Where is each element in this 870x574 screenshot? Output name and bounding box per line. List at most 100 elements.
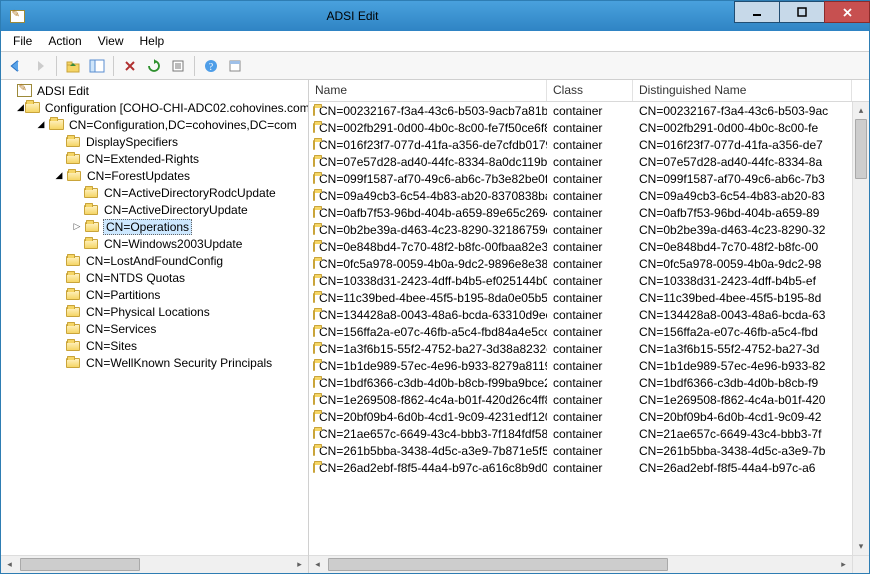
up-folder-button[interactable] [62, 55, 84, 77]
tree-configuration[interactable]: ◢ Configuration [COHO-CHI-ADC02.cohovine… [3, 99, 308, 116]
menu-view[interactable]: View [90, 32, 132, 50]
list-row[interactable]: CN=10338d31-2423-4dff-b4b5-ef025144b01fc… [309, 272, 852, 289]
tree-item[interactable]: CN=Physical Locations [3, 303, 308, 320]
row-dn: CN=0e848bd4-7c70-48f2-b8fc-00 [633, 240, 852, 254]
row-name: CN=156ffa2a-e07c-46fb-a5c4-fbd84a4e5cce [319, 325, 547, 339]
list-row[interactable]: CN=261b5bba-3438-4d5c-a3e9-7b871e5f57f0c… [309, 442, 852, 459]
list-row[interactable]: CN=21ae657c-6649-43c4-bbb3-7f184fdf58c1c… [309, 425, 852, 442]
list-horizontal-scrollbar[interactable]: ◂ ▸ [309, 555, 869, 573]
list-row[interactable]: CN=09a49cb3-6c54-4b83-ab20-8370838ba149c… [309, 187, 852, 204]
app-icon [9, 8, 25, 24]
list-row[interactable]: CN=099f1587-af70-49c6-ab6c-7b3e82be0fe2c… [309, 170, 852, 187]
export-list-button[interactable] [167, 55, 189, 77]
scroll-thumb[interactable] [328, 558, 668, 571]
menu-help[interactable]: Help [132, 32, 173, 50]
list-row[interactable]: CN=134428a8-0043-48a6-bcda-63310d9ec4ddc… [309, 306, 852, 323]
list-row[interactable]: CN=1a3f6b15-55f2-4752-ba27-3d38a8232c4dc… [309, 340, 852, 357]
twisty-open-icon[interactable]: ◢ [17, 102, 24, 114]
row-name: CN=0fc5a978-0059-4b0a-9dc2-9896e8e389a1 [319, 257, 547, 271]
folder-icon [313, 293, 315, 303]
row-dn: CN=0fc5a978-0059-4b0a-9dc2-98 [633, 257, 852, 271]
row-class: container [547, 172, 633, 186]
list-row[interactable]: CN=1bdf6366-c3db-4d0b-b8cb-f99ba9bce20fc… [309, 374, 852, 391]
delete-button[interactable] [119, 55, 141, 77]
tree-config-dn[interactable]: ◢ CN=Configuration,DC=cohovines,DC=com [3, 116, 308, 133]
scroll-right-icon[interactable]: ▸ [291, 556, 308, 573]
properties-button[interactable] [224, 55, 246, 77]
scroll-right-icon[interactable]: ▸ [835, 556, 852, 573]
list-vertical-scrollbar[interactable]: ▴ ▾ [852, 102, 869, 555]
list-row[interactable]: CN=07e57d28-ad40-44fc-8334-8a0dc119b3f4c… [309, 153, 852, 170]
scroll-thumb[interactable] [20, 558, 140, 571]
back-button[interactable] [5, 55, 27, 77]
list-row[interactable]: CN=0fc5a978-0059-4b0a-9dc2-9896e8e389a1c… [309, 255, 852, 272]
twisty-closed-icon[interactable]: ▷ [71, 221, 83, 233]
tree-item[interactable]: CN=Extended-Rights [3, 150, 308, 167]
row-name: CN=00232167-f3a4-43c6-b503-9acb7a81b01c [319, 104, 547, 118]
tree-item-label: CN=ActiveDirectoryRodcUpdate [102, 186, 278, 200]
forward-button[interactable] [29, 55, 51, 77]
tree-item[interactable]: CN=Partitions [3, 286, 308, 303]
list-row[interactable]: CN=0b2be39a-d463-4c23-8290-32186759d3b1c… [309, 221, 852, 238]
list-row[interactable]: CN=156ffa2a-e07c-46fb-a5c4-fbd84a4e5ccec… [309, 323, 852, 340]
scroll-left-icon[interactable]: ◂ [1, 556, 18, 573]
column-dn[interactable]: Distinguished Name [633, 80, 852, 101]
refresh-button[interactable] [143, 55, 165, 77]
list-row[interactable]: CN=1b1de989-57ec-4e96-b933-8279a8119da4c… [309, 357, 852, 374]
menu-action[interactable]: Action [40, 32, 89, 50]
scroll-up-icon[interactable]: ▴ [853, 102, 869, 119]
scroll-left-icon[interactable]: ◂ [309, 556, 326, 573]
list-row[interactable]: CN=11c39bed-4bee-45f5-b195-8da0e05b573ac… [309, 289, 852, 306]
maximize-button[interactable] [779, 1, 825, 23]
scroll-down-icon[interactable]: ▾ [853, 538, 869, 555]
row-dn: CN=0afb7f53-96bd-404b-a659-89 [633, 206, 852, 220]
scroll-thumb[interactable] [855, 119, 867, 179]
tree-body[interactable]: ADSI Edit ◢ Configuration [COHO-CHI-ADC0… [1, 80, 308, 555]
toolbar-separator [194, 56, 195, 76]
tree-horizontal-scrollbar[interactable]: ◂ ▸ [1, 555, 308, 573]
twisty-open-icon[interactable]: ◢ [53, 170, 65, 182]
list-row[interactable]: CN=00232167-f3a4-43c6-b503-9acb7a81b01cc… [309, 102, 852, 119]
folder-icon [313, 276, 315, 286]
show-hide-tree-button[interactable] [86, 55, 108, 77]
column-class[interactable]: Class [547, 80, 633, 101]
tree-item[interactable]: CN=ActiveDirectoryRodcUpdate [3, 184, 308, 201]
tree-item[interactable]: CN=Services [3, 320, 308, 337]
menu-file[interactable]: File [5, 32, 40, 50]
row-name: CN=09a49cb3-6c54-4b83-ab20-8370838ba149 [319, 189, 547, 203]
tree-item[interactable]: CN=Sites [3, 337, 308, 354]
row-name: CN=134428a8-0043-48a6-bcda-63310d9ec4dd [319, 308, 547, 322]
list-body[interactable]: CN=00232167-f3a4-43c6-b503-9acb7a81b01c c… [309, 102, 869, 555]
list-row[interactable]: CN=20bf09b4-6d0b-4cd1-9c09-4231edf1209bc… [309, 408, 852, 425]
row-class: container [547, 189, 633, 203]
tree-item[interactable]: CN=Windows2003Update [3, 235, 308, 252]
list-row[interactable]: CN=002fb291-0d00-4b0c-8c00-fe7f50ce6f8dc… [309, 119, 852, 136]
tree-root[interactable]: ADSI Edit [3, 82, 308, 99]
list-row[interactable]: CN=1e269508-f862-4c4a-b01f-420d26c4ff8cc… [309, 391, 852, 408]
column-name[interactable]: Name [309, 80, 547, 101]
tree-item-label: CN=ForestUpdates [85, 169, 192, 183]
tree-item[interactable]: CN=LostAndFoundConfig [3, 252, 308, 269]
close-button[interactable] [824, 1, 870, 23]
row-dn: CN=20bf09b4-6d0b-4cd1-9c09-42 [633, 410, 852, 424]
twisty-icon[interactable] [3, 85, 15, 97]
row-class: container [547, 393, 633, 407]
folder-icon [313, 327, 315, 337]
row-name: CN=0afb7f53-96bd-404b-a659-89e65c269420 [319, 206, 547, 220]
list-row[interactable]: CN=0e848bd4-7c70-48f2-b8fc-00fbaa82e360c… [309, 238, 852, 255]
folder-icon [65, 288, 81, 302]
tree-item[interactable]: CN=NTDS Quotas [3, 269, 308, 286]
minimize-button[interactable] [734, 1, 780, 23]
tree-forestupdates[interactable]: ◢ CN=ForestUpdates [3, 167, 308, 184]
row-name: CN=1a3f6b15-55f2-4752-ba27-3d38a8232c4d [319, 342, 547, 356]
help-button[interactable]: ? [200, 55, 222, 77]
tree-operations-selected[interactable]: ▷ CN=Operations [3, 218, 308, 235]
list-row[interactable]: CN=26ad2ebf-f8f5-44a4-b97c-a616c8b9d09ac… [309, 459, 852, 476]
row-class: container [547, 325, 633, 339]
list-row[interactable]: CN=0afb7f53-96bd-404b-a659-89e65c269420c… [309, 204, 852, 221]
tree-item[interactable]: DisplaySpecifiers [3, 133, 308, 150]
list-row[interactable]: CN=016f23f7-077d-41fa-a356-de7cfdb01797c… [309, 136, 852, 153]
tree-item[interactable]: CN=WellKnown Security Principals [3, 354, 308, 371]
tree-item[interactable]: CN=ActiveDirectoryUpdate [3, 201, 308, 218]
twisty-open-icon[interactable]: ◢ [35, 119, 47, 131]
